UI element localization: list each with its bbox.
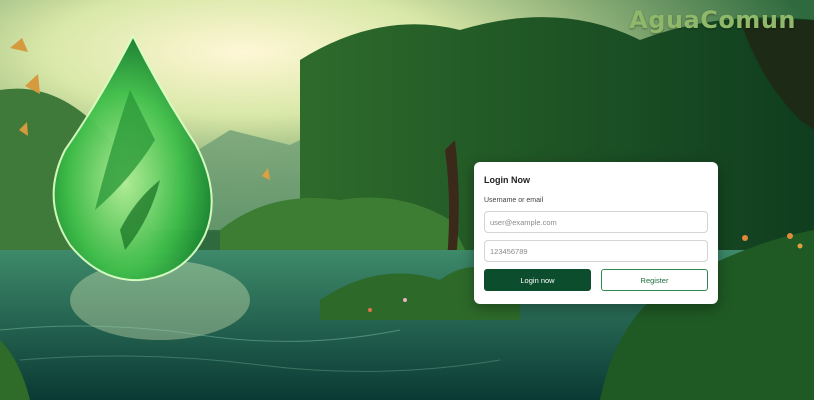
button-row: Login now Register bbox=[484, 269, 708, 291]
login-button[interactable]: Login now bbox=[484, 269, 591, 291]
brand-logo: AguaComun bbox=[629, 6, 796, 34]
register-button[interactable]: Register bbox=[601, 269, 708, 291]
username-input[interactable] bbox=[484, 211, 708, 233]
login-title: Login Now bbox=[484, 175, 530, 185]
password-input[interactable] bbox=[484, 240, 708, 262]
username-label: Username or email bbox=[484, 197, 544, 204]
login-card: Login Now Username or email Login now Re… bbox=[474, 162, 718, 304]
